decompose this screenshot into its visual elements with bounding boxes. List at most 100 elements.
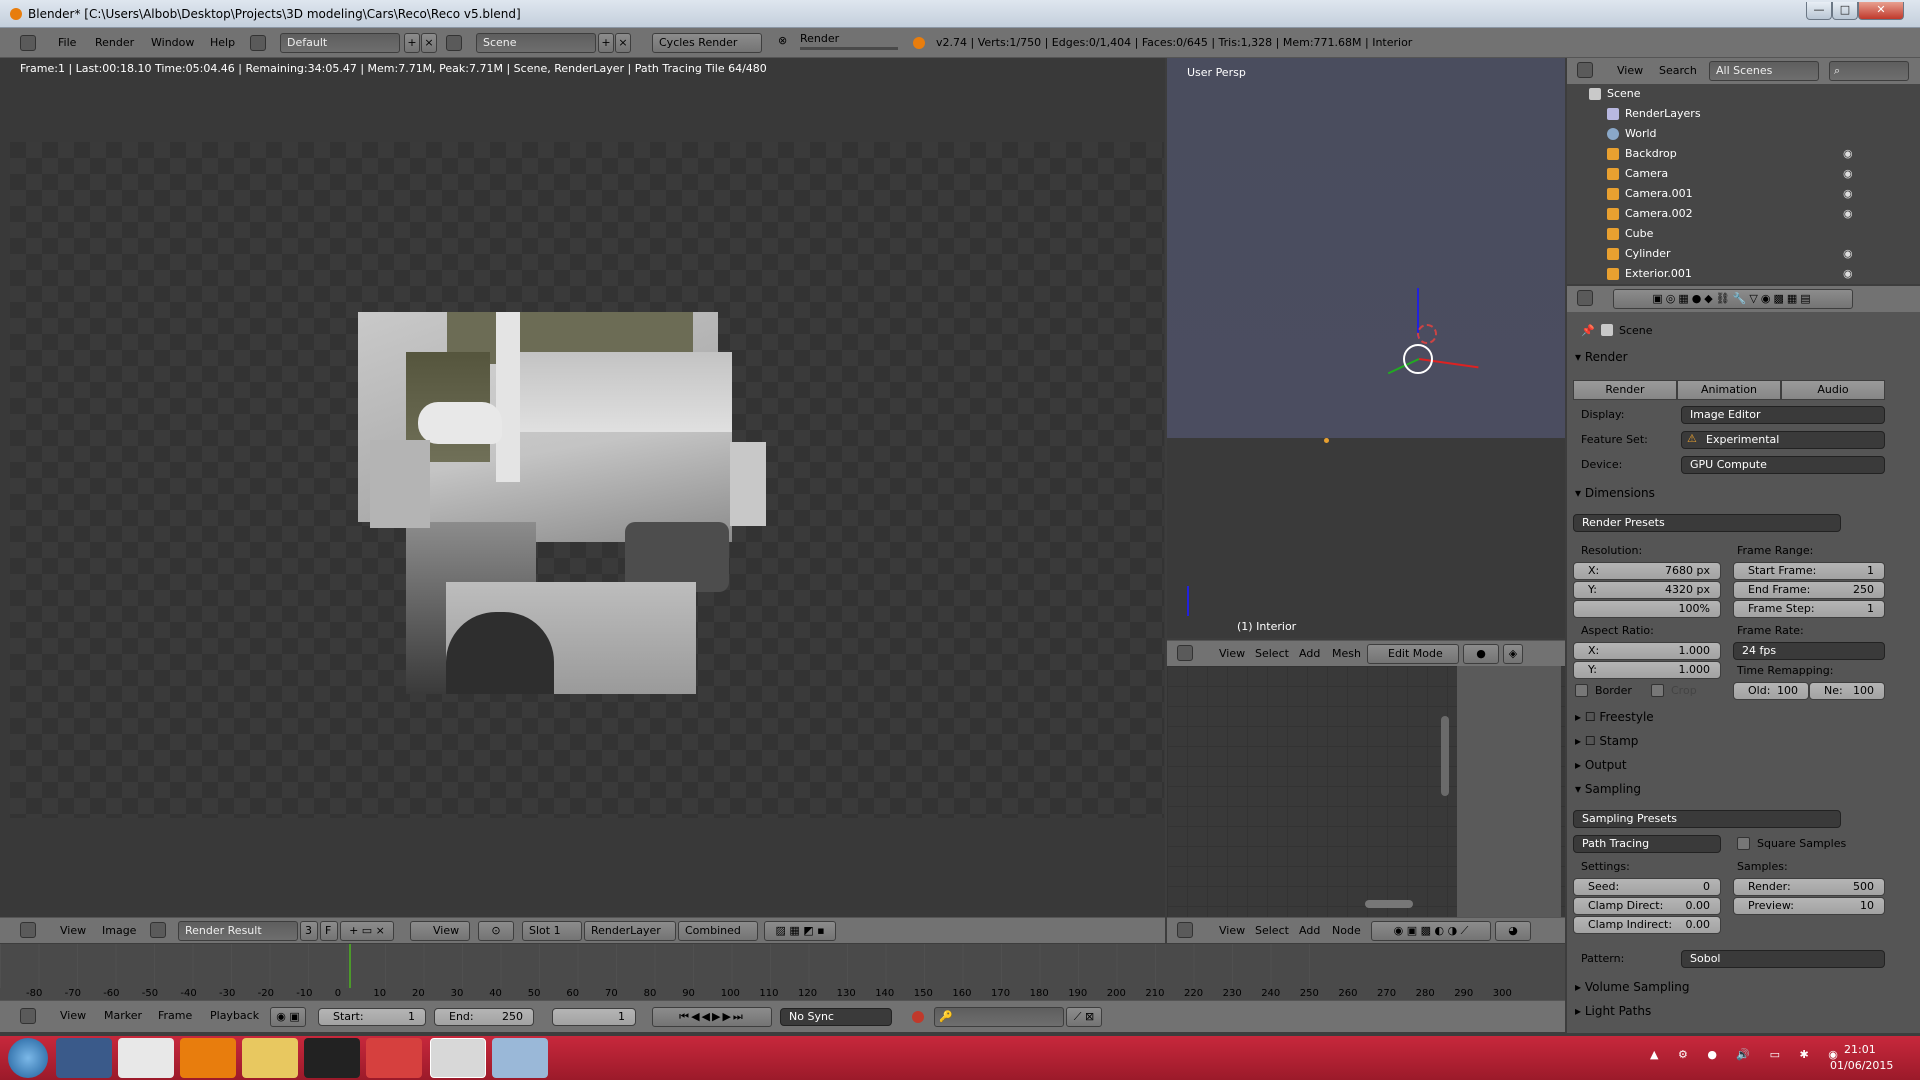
outliner-row[interactable]: Backdrop ◉ [1567,144,1907,164]
display-dropdown[interactable]: Image Editor [1681,406,1885,424]
image-actions-icons[interactable]: + ▭ × [340,921,394,941]
outliner-row[interactable]: Camera ◉ [1567,164,1907,184]
outliner-row[interactable]: Scene [1567,84,1907,104]
timeline[interactable]: -80 -70 -60 -50 -40 -30 -20 -10 0 10 20 30 40 50 60 70 8… [0,944,1565,1000]
3d-editor-type-icon[interactable] [1177,645,1193,661]
menu-view[interactable]: View [1219,924,1245,937]
render-button[interactable]: Render [1573,380,1677,400]
scene-icon[interactable] [446,35,462,51]
add-scene-icon[interactable]: + [598,33,614,53]
seed-field[interactable]: Seed: 0 [1573,878,1721,896]
menu-frame[interactable]: Frame [158,1009,192,1022]
keying-set-field[interactable]: 🔑 [934,1007,1064,1027]
device-dropdown[interactable]: GPU Compute [1681,456,1885,474]
remove-scene-icon[interactable]: × [615,33,631,53]
end-frame-field[interactable]: End: 250 [434,1008,534,1026]
slot-dropdown[interactable]: Slot 1 [522,921,582,941]
image-name-field[interactable]: Render Result [178,921,298,941]
maximize-button[interactable]: □ [1832,2,1858,20]
image-editor-type-icon[interactable] [20,922,36,938]
render-samples-field[interactable]: Render: 500 [1733,878,1885,896]
dimensions-section-header[interactable]: ▾ Dimensions [1575,486,1655,500]
clock-date[interactable]: 01/06/2015 [1830,1059,1893,1072]
outliner-search-input[interactable]: ⌕ [1829,61,1909,81]
menu-add[interactable]: Add [1299,647,1320,660]
start-button-icon[interactable] [8,1038,48,1078]
current-frame-field[interactable]: 1 [552,1008,636,1026]
render-section-header[interactable]: ▾ Render [1575,350,1628,364]
menu-view[interactable]: View [1219,647,1245,660]
outliner-row[interactable]: Cylinder ◉ [1567,244,1907,264]
feature-set-dropdown[interactable]: Experimental [1681,431,1885,449]
resolution-y-field[interactable]: Y: 4320 px [1573,581,1721,599]
remove-layout-icon[interactable]: × [421,33,437,53]
visibility-eye-icon[interactable]: ◉ [1843,167,1853,180]
aspect-y-field[interactable]: Y: 1.000 [1573,661,1721,679]
menu-mesh[interactable]: Mesh [1332,647,1361,660]
aspect-x-field[interactable]: X: 1.000 [1573,642,1721,660]
menu-marker[interactable]: Marker [104,1009,142,1022]
3d-viewport[interactable]: User Persp (1) Interior [1167,58,1565,638]
pivot-icon[interactable]: ⊙ [478,921,514,941]
vertical-scrollbar[interactable] [1441,716,1449,796]
frame-step-field[interactable]: Frame Step: 1 [1733,600,1885,618]
output-section-header[interactable]: ▸ Output [1575,758,1627,772]
clamp-indirect-field[interactable]: Clamp Indirect: 0.00 [1573,916,1721,934]
visibility-eye-icon[interactable]: ◉ [1843,267,1853,280]
current-frame-line[interactable] [349,944,351,988]
close-button[interactable]: ✕ [1858,2,1904,20]
render-canvas[interactable] [10,142,1164,818]
gmail-taskbar-icon[interactable] [118,1038,174,1078]
opera-taskbar-icon[interactable] [304,1038,360,1078]
resolution-x-field[interactable]: X: 7680 px [1573,562,1721,580]
render-pass-dropdown[interactable]: Combined [678,921,758,941]
menu-view[interactable]: View [1617,64,1643,77]
outliner-type-icon[interactable] [1577,62,1593,78]
menu-view[interactable]: View [60,1009,86,1022]
preview-samples-field[interactable]: Preview: 10 [1733,897,1885,915]
calculator-taskbar-icon[interactable] [492,1038,548,1078]
fake-user-button[interactable]: F [320,921,338,941]
info-editor-type-icon[interactable] [20,35,36,51]
audio-button[interactable]: Audio [1781,380,1885,400]
scene-field[interactable]: Scene [476,33,596,53]
volume-sampling-section-header[interactable]: ▸ Volume Sampling [1575,980,1689,994]
firefox-taskbar-icon[interactable] [180,1038,236,1078]
blender-taskbar-icon[interactable] [430,1038,486,1078]
outliner-row[interactable]: RenderLayers [1567,104,1907,124]
horizontal-scrollbar[interactable] [1365,900,1413,908]
menu-playback[interactable]: Playback [210,1009,259,1022]
clock-time[interactable]: 21:01 [1844,1043,1876,1056]
end-frame-field[interactable]: End Frame: 250 [1733,581,1885,599]
animation-button[interactable]: Animation [1677,380,1781,400]
screen-layout-icon[interactable] [250,35,266,51]
vivaldi-taskbar-icon[interactable] [366,1038,422,1078]
playback-controls[interactable]: ⏮◀◀▶▶⏭ [652,1007,772,1027]
viewport-shading-icon[interactable]: ● [1463,644,1499,664]
square-samples-checkbox[interactable] [1737,837,1750,850]
outliner-row[interactable]: Cube [1567,224,1907,244]
menu-window[interactable]: Window [151,36,194,49]
frame-rate-dropdown[interactable]: 24 fps [1733,642,1885,660]
time-remap-old-field[interactable]: Old: 100 [1733,682,1809,700]
properties-type-icon[interactable] [1577,290,1593,306]
render-engine-dropdown[interactable]: Cycles Render [652,33,762,53]
timeline-type-icon[interactable] [20,1008,36,1024]
add-layout-icon[interactable]: + [404,33,420,53]
keying-set-actions-icons[interactable]: ⟋ ⊠ [1066,1007,1102,1027]
node-editor-type-icon[interactable] [1177,922,1193,938]
outliner-row[interactable]: Camera.002 ◉ [1567,204,1907,224]
integrator-dropdown[interactable]: Path Tracing [1573,835,1721,853]
freestyle-section-header[interactable]: ▸ ☐ Freestyle [1575,710,1654,724]
outliner-row[interactable]: Camera.001 ◉ [1567,184,1907,204]
visibility-eye-icon[interactable]: ◉ [1843,207,1853,220]
pivot-icon[interactable]: ◈ [1503,644,1523,664]
menu-render[interactable]: Render [95,36,134,49]
pattern-dropdown[interactable]: Sobol [1681,950,1885,968]
start-frame-field[interactable]: Start Frame: 1 [1733,562,1885,580]
screen-layout-field[interactable]: Default [280,33,400,53]
menu-select[interactable]: Select [1255,647,1289,660]
pin-icon[interactable]: 📌 [1581,324,1595,337]
start-frame-field[interactable]: Start: 1 [318,1008,426,1026]
menu-help[interactable]: Help [210,36,235,49]
